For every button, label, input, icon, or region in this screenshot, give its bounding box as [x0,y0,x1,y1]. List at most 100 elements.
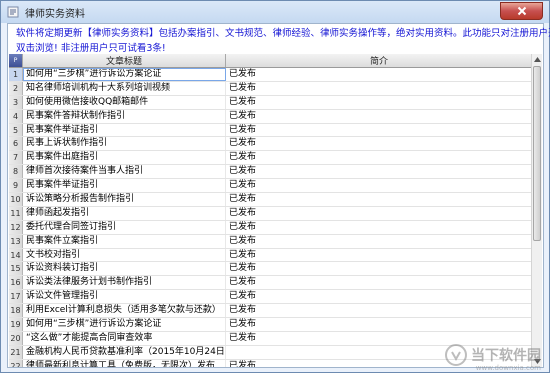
row-number: 10 [9,193,23,206]
article-status-cell[interactable]: 已发布 [226,220,533,234]
article-status-cell[interactable]: 已发布 [226,137,533,151]
table-row[interactable]: 5 民事案件举证指引 已发布 [9,123,533,138]
notice-line-1: 软件将定期更新【律师实务资料】包括办案指引、文书规范、律师经验、律师实务操作等，… [16,28,550,39]
table-row[interactable]: 9 民事案件举证指引 已发布 [9,179,533,194]
row-number: 16 [9,276,23,290]
article-status-cell[interactable]: 已发布 [226,81,533,95]
close-button[interactable] [500,2,543,20]
watermark: 当下软件园 www.downxia.com [445,344,541,372]
table-row[interactable]: 16 诉讼类法律服务计划书制作指引 已发布 [9,276,533,291]
article-title-cell[interactable]: 文书校对指引 [23,248,226,262]
article-title-cell[interactable]: 诉讼文件管理指引 [23,290,226,304]
app-window: 律师实务资料 软件将定期更新【律师实务资料】包括办案指引、文书规范、律师经验、律… [0,0,550,373]
title-bar[interactable]: 律师实务资料 [1,1,549,23]
grid-header: P 文章标题 简介 [9,54,533,68]
table-row[interactable]: 18 利用Excel计算利息损失（适用多笔欠款与还款） 已发布 [9,304,533,319]
table-row[interactable]: 15 诉讼资料装订指引 已发布 [9,262,533,277]
window-title: 律师实务资料 [25,8,85,20]
close-icon [517,6,526,16]
row-number: 6 [9,137,23,151]
table-row[interactable]: 6 民事上诉状制作指引 已发布 [9,137,533,152]
watermark-brand: 当下软件园 [471,348,541,364]
row-number: 18 [9,304,23,318]
table-row[interactable]: 2 知名律师培训机构十大系列培训视频 已发布 [9,81,533,96]
article-title-cell[interactable]: “这么做”才能提高合同审查效率 [23,331,226,345]
table-row[interactable]: 4 民事案件答辩状制作指引 已发布 [9,109,533,124]
article-title-cell[interactable]: 委托代理合同签订指引 [23,220,226,234]
column-header-title[interactable]: 文章标题 [23,54,226,67]
article-status-cell[interactable]: 已发布 [226,179,533,193]
article-status-cell[interactable]: 已发布 [226,290,533,304]
article-status-cell[interactable]: 已发布 [226,276,533,290]
watermark-url: www.downxia.com [475,364,541,372]
article-title-cell[interactable]: 如何用“三步棋”进行诉讼方案论证 [23,68,226,81]
table-row[interactable]: 13 民事案件立案指引 已发布 [9,234,533,249]
table-row[interactable]: 19 如何用“三步棋”进行诉讼方案论证 已发布 [9,318,533,332]
row-number: 11 [9,206,23,220]
article-title-cell[interactable]: 诉讼策略分析报告制作指引 [23,193,226,206]
article-title-cell[interactable]: 如何用“三步棋”进行诉讼方案论证 [23,318,226,331]
row-number: 17 [9,290,23,304]
row-number: 15 [9,262,23,276]
article-title-cell[interactable]: 诉讼类法律服务计划书制作指引 [23,276,226,290]
table-row[interactable]: 11 律师函起发指引 已发布 [9,206,533,221]
grid-body: 1 如何用“三步棋”进行诉讼方案论证 已发布 2 知名律师培训机构十大系列培训视频 已发布… [9,68,533,367]
article-title-cell[interactable]: 诉讼资料装订指引 [23,262,226,276]
row-number: 12 [9,220,23,234]
article-status-cell[interactable]: 已发布 [226,248,533,262]
table-row[interactable]: 14 文书校对指引 已发布 [9,248,533,263]
table-row[interactable]: 1 如何用“三步棋”进行诉讼方案论证 已发布 [9,68,533,82]
table-row[interactable]: 10 诉讼策略分析报告制作指引 已发布 [9,193,533,207]
article-title-cell[interactable]: 民事案件出庭指引 [23,151,226,165]
article-status-cell[interactable]: 已发布 [226,318,533,331]
article-title-cell[interactable]: 民事上诉状制作指引 [23,137,226,151]
row-number: 21 [9,345,23,359]
article-title-cell[interactable]: 利用Excel计算利息损失（适用多笔欠款与还款） [23,304,226,318]
row-number: 3 [9,95,23,109]
table-row[interactable]: 8 律师首次接待案件当事人指引 已发布 [9,165,533,180]
article-status-cell[interactable]: 已发布 [226,304,533,318]
article-status-cell[interactable]: 已发布 [226,331,533,345]
column-header-description[interactable]: 简介 [226,54,533,67]
article-status-cell[interactable]: 已发布 [226,262,533,276]
article-title-cell[interactable]: 民事案件答辩状制作指引 [23,109,226,123]
row-indicator-header: P [9,54,23,67]
row-number: 2 [9,81,23,95]
article-title-cell[interactable]: 民事案件举证指引 [23,123,226,137]
row-number: 13 [9,234,23,248]
article-title-cell[interactable]: 律师首次接待案件当事人指引 [23,165,226,179]
client-area: 软件将定期更新【律师实务资料】包括办案指引、文书规范、律师经验、律师实务操作等，… [7,23,550,368]
article-status-cell[interactable]: 已发布 [226,193,533,206]
row-number: 20 [9,331,23,345]
article-title-cell[interactable]: 金融机构人民币贷款基准利率（2015年10月24日更新 [23,345,226,359]
article-status-cell[interactable]: 已发布 [226,68,533,81]
article-title-cell[interactable]: 知名律师培训机构十大系列培训视频 [23,81,226,95]
article-status-cell[interactable]: 已发布 [226,109,533,123]
row-number: 14 [9,248,23,262]
table-row[interactable]: 12 委托代理合同签订指引 已发布 [9,220,533,235]
row-number: 7 [9,151,23,165]
table-row[interactable]: 7 民事案件出庭指引 已发布 [9,151,533,166]
article-status-cell[interactable]: 已发布 [226,206,533,220]
article-title-cell[interactable]: 民事案件立案指引 [23,234,226,248]
article-status-cell[interactable]: 已发布 [226,95,533,109]
article-title-cell[interactable]: 民事案件举证指引 [23,179,226,193]
article-title-cell[interactable]: 律师最新利息计算工具（免费版，无限次）发布 [23,359,226,367]
app-icon [6,5,20,19]
scroll-thumb[interactable] [533,66,541,241]
table-row[interactable]: 17 诉讼文件管理指引 已发布 [9,290,533,305]
article-grid[interactable]: P 文章标题 简介 1 如何用“三步棋”进行诉讼方案论证 已发布 2 知名律师培训机构十… [9,54,533,367]
article-title-cell[interactable]: 律师函起发指引 [23,206,226,220]
article-status-cell[interactable]: 已发布 [226,151,533,165]
article-status-cell[interactable]: 已发布 [226,165,533,179]
article-status-cell[interactable]: 已发布 [226,234,533,248]
article-status-cell[interactable]: 已发布 [226,123,533,137]
row-number: 9 [9,179,23,193]
table-row[interactable]: 3 如何使用微信接收QQ邮箱邮件 已发布 [9,95,533,110]
vertical-scrollbar[interactable] [531,54,542,367]
chevron-up-icon [533,57,541,62]
scroll-up-button[interactable] [532,54,542,65]
watermark-logo-icon [445,344,467,366]
notice-text: 软件将定期更新【律师实务资料】包括办案指引、文书规范、律师经验、律师实务操作等，… [16,26,550,56]
article-title-cell[interactable]: 如何使用微信接收QQ邮箱邮件 [23,95,226,109]
